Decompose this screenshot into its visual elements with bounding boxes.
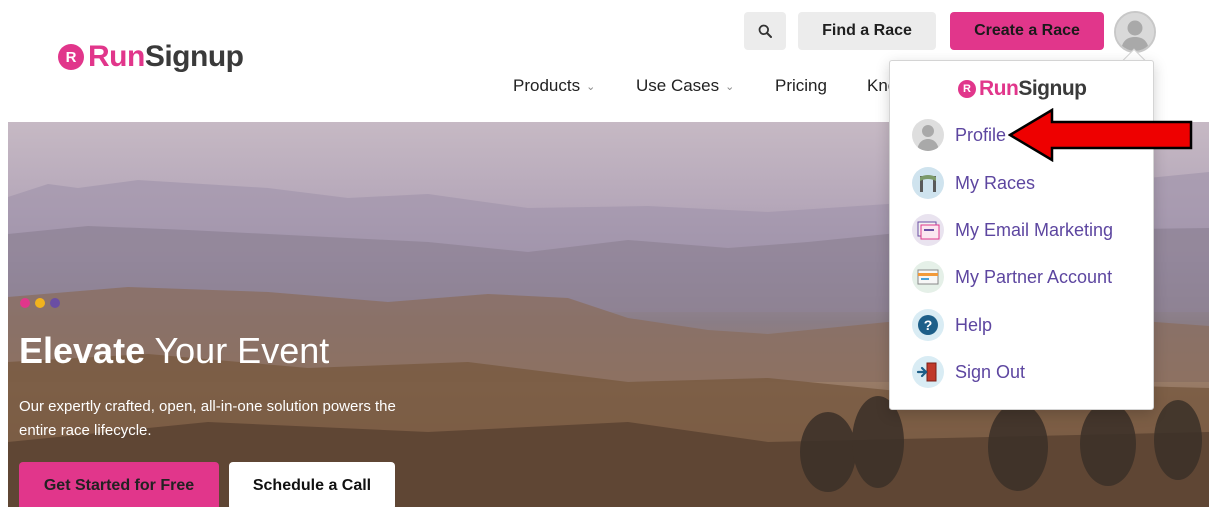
logo-run-text: Run [88, 40, 145, 73]
hero-title: Elevate Your Event [19, 330, 329, 372]
runsignup-logo[interactable]: R RunSignup [58, 40, 244, 74]
carousel-dot-1[interactable] [20, 298, 30, 308]
nav-products[interactable]: Products ⌄ [513, 76, 595, 96]
create-a-race-button[interactable]: Create a Race [950, 12, 1104, 50]
menu-item-my-races[interactable]: My Races [912, 167, 1035, 199]
menu-item-profile-label: Profile [955, 124, 1007, 145]
dropdown-logo: R RunSignup [958, 77, 1087, 101]
nav-use-cases[interactable]: Use Cases ⌄ [636, 76, 734, 96]
dropdown-logo-signup-text: Signup [1018, 77, 1087, 100]
user-avatar-button[interactable] [1114, 11, 1156, 53]
help-icon: ? [912, 309, 944, 341]
chevron-down-icon: ⌄ [725, 80, 735, 93]
get-started-button[interactable]: Get Started for Free [19, 462, 219, 507]
profile-icon [912, 119, 944, 151]
menu-item-help-label: Help [955, 314, 993, 335]
menu-item-sign-out-label: Sign Out [955, 361, 1026, 382]
logo-wordmark: RunSignup [88, 40, 244, 74]
schedule-call-button[interactable]: Schedule a Call [229, 462, 395, 507]
carousel-dot-3[interactable] [50, 298, 60, 308]
search-icon [758, 24, 772, 38]
menu-item-my-races-label: My Races [955, 172, 1036, 193]
partner-account-icon [912, 261, 944, 293]
hero-title-bold: Elevate [19, 330, 146, 371]
menu-item-sign-out[interactable]: Sign Out [912, 356, 1025, 388]
email-marketing-icon [912, 214, 944, 246]
hero-title-rest: Your Event [145, 330, 330, 371]
dropdown-logo-wordmark: RunSignup [979, 77, 1087, 101]
sign-out-icon [912, 356, 944, 388]
find-a-race-button[interactable]: Find a Race [798, 12, 936, 50]
search-button[interactable] [744, 12, 786, 50]
menu-item-my-email-marketing[interactable]: My Email Marketing [912, 214, 1113, 246]
menu-item-my-partner-account-label: My Partner Account [955, 266, 1113, 287]
dropdown-logo-run-text: Run [979, 77, 1019, 100]
carousel-dot-2[interactable] [35, 298, 45, 308]
nav-pricing-label: Pricing [775, 76, 827, 95]
annotation-arrow-icon [1008, 108, 1193, 162]
hero-subtitle: Our expertly crafted, open, all-in-one s… [19, 398, 396, 439]
logo-mark-icon: R [958, 80, 976, 98]
races-icon [912, 167, 944, 199]
nav-pricing[interactable]: Pricing [775, 76, 827, 96]
menu-item-help[interactable]: ? Help [912, 309, 992, 341]
svg-text:?: ? [924, 317, 933, 333]
menu-item-my-email-marketing-label: My Email Marketing [955, 219, 1114, 240]
nav-products-label: Products [513, 76, 581, 95]
user-avatar-icon [1116, 13, 1154, 51]
carousel-dots [20, 298, 60, 308]
nav-use-cases-label: Use Cases [636, 76, 720, 95]
logo-mark-icon: R [58, 44, 84, 70]
logo-signup-text: Signup [144, 40, 244, 73]
menu-item-my-partner-account[interactable]: My Partner Account [912, 261, 1112, 293]
menu-item-profile[interactable]: Profile [912, 119, 1006, 151]
chevron-down-icon: ⌄ [586, 80, 596, 93]
